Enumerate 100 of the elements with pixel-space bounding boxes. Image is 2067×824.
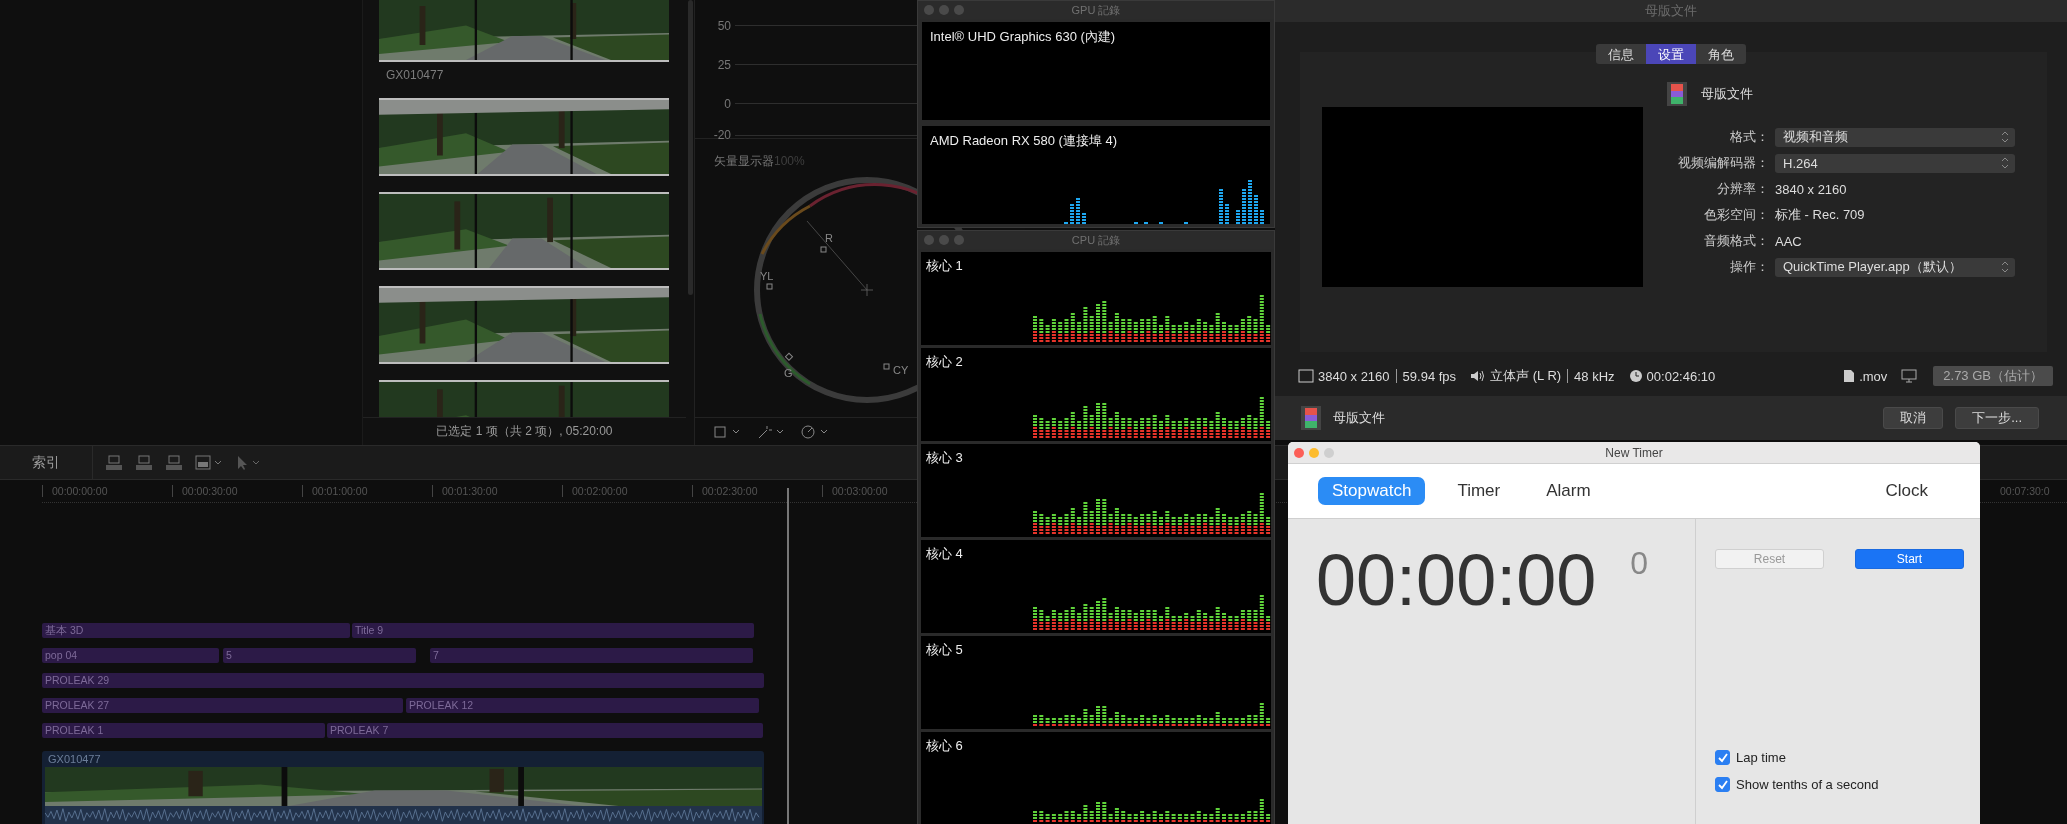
monitor-icon [1901, 369, 1918, 383]
output-name: 母版文件 [1701, 85, 1753, 103]
window-title: GPU 記錄 [1071, 2, 1121, 18]
window-title: New Timer [1605, 445, 1663, 460]
checkbox-label[interactable]: Lap time [1736, 750, 1786, 765]
axis-tick-label: -20 [712, 128, 732, 142]
clip-edit-icon[interactable] [135, 454, 153, 471]
core-label: 核心 6 [926, 737, 963, 755]
film-icon [1301, 406, 1321, 430]
title-clip[interactable]: PROLEAK 1 [42, 723, 325, 738]
ruler-time-label: 00:01:00:00 [302, 485, 432, 497]
sample-rate-text: 48 kHz [1574, 368, 1615, 384]
speaker-icon [1470, 369, 1487, 383]
updown-arrow-icon [2001, 157, 2009, 169]
zoom-button[interactable] [954, 235, 964, 245]
file-size-field: 2.73 GB（估计） [1933, 366, 2053, 386]
minimize-button[interactable] [1309, 447, 1319, 458]
close-button[interactable] [1294, 447, 1304, 458]
field-value: AAC [1775, 233, 1802, 249]
frame-rate-text: 59.94 fps [1402, 368, 1457, 384]
field-label: 分辨率： [1716, 180, 1770, 198]
film-icon [1667, 82, 1687, 106]
core-label: 核心 1 [926, 257, 963, 275]
ruler-time-label: 00:00:30:00 [172, 485, 302, 497]
checkbox[interactable] [1715, 777, 1730, 792]
core-label: 核心 3 [926, 449, 963, 467]
clip-edit-icon[interactable] [165, 454, 183, 471]
file-extension: .mov [1859, 368, 1888, 384]
clip-label: GX010477 [47, 753, 102, 767]
popup-menu[interactable]: QuickTime Player.app（默认） [1775, 257, 2015, 277]
checkbox-label[interactable]: Show tenths of a second [1736, 777, 1879, 792]
field-label: 视频编解码器： [1677, 154, 1770, 172]
tenths-digit: 0 [1630, 545, 1649, 582]
field-label: 格式： [1729, 128, 1770, 146]
close-button[interactable] [924, 235, 934, 245]
tab[interactable]: 设置 [1646, 44, 1696, 64]
ruler-time-label: 00:01:30:00 [432, 485, 562, 497]
tab[interactable]: Timer [1443, 477, 1515, 505]
field-label: 音频格式： [1703, 232, 1770, 250]
updown-arrow-icon [2001, 261, 2009, 273]
updown-arrow-icon [2001, 131, 2009, 143]
duration-text: 00:02:46:10 [1646, 368, 1716, 384]
ruler-time-label: 00:02:00:00 [562, 485, 692, 497]
gpu-name: AMD Radeon RX 580 (連接埠 4) [930, 132, 1118, 150]
zoom-button[interactable] [1324, 447, 1334, 458]
axis-tick-label: 25 [716, 57, 732, 72]
field-label: 色彩空间： [1703, 206, 1770, 224]
close-button[interactable] [924, 5, 934, 15]
tab[interactable]: Clock [1871, 477, 1942, 505]
field-value: 标准 - Rec. 709 [1775, 206, 1865, 224]
checkbox[interactable] [1715, 750, 1730, 765]
output-name: 母版文件 [1333, 409, 1385, 427]
timer-button[interactable]: Start [1855, 549, 1964, 569]
title-clip[interactable]: 7 [430, 648, 753, 663]
scope-target-label: R [825, 232, 833, 244]
core-label: 核心 5 [926, 641, 963, 659]
resolution-text: 3840 x 2160 [1318, 368, 1390, 384]
zoom-button[interactable] [954, 5, 964, 15]
scrollbar[interactable] [687, 0, 693, 295]
field-value: 3840 x 2160 [1775, 181, 1847, 197]
clip-name: GX010477 [386, 68, 445, 82]
title-clip[interactable]: 基本 3D [42, 623, 350, 638]
title-clip[interactable]: PROLEAK 7 [327, 723, 763, 738]
scope-target-label: YL [760, 270, 774, 282]
title-clip[interactable]: pop 04 [42, 648, 219, 663]
clip-edit-icon[interactable] [105, 454, 123, 471]
popup-menu[interactable]: 视频和音频 [1775, 127, 2015, 147]
core-label: 核心 2 [926, 353, 963, 371]
title-clip[interactable]: PROLEAK 12 [406, 698, 759, 713]
video-clip[interactable]: GX010477 [42, 751, 764, 824]
tab[interactable]: 角色 [1696, 44, 1746, 64]
clip-edit-icon[interactable] [195, 454, 223, 471]
title-clip[interactable]: Title 9 [352, 623, 754, 638]
popup-menu[interactable]: H.264 [1775, 153, 2015, 173]
clock-icon [1628, 369, 1643, 383]
axis-tick-label: 0 [723, 96, 732, 111]
gpu-name: Intel® UHD Graphics 630 (內建) [930, 28, 1116, 46]
index-tab[interactable]: 索引 [0, 446, 93, 479]
tab[interactable]: 信息 [1596, 44, 1646, 64]
scope-title: 矢量显示器 [714, 154, 774, 168]
scope-target-label: G [784, 367, 793, 379]
ruler-time-label: 00:00:00:00 [42, 485, 172, 497]
ruler-time-label: 00:07:30:0 [2000, 485, 2050, 497]
dialog-button[interactable]: 下一步... [1955, 407, 2039, 429]
dialog-title: 母版文件 [1275, 0, 2067, 22]
frame-size-icon [1298, 369, 1314, 383]
title-clip[interactable]: 5 [223, 648, 416, 663]
axis-tick-label: 50 [716, 18, 732, 33]
stopwatch-time: 00:00:00 [1316, 539, 1597, 621]
minimize-button[interactable] [939, 235, 949, 245]
title-clip[interactable]: PROLEAK 29 [42, 673, 764, 688]
window-title: CPU 記錄 [1071, 232, 1121, 248]
audio-text: 立体声 (L R) [1490, 367, 1562, 385]
scope-target-label: CY [893, 364, 909, 376]
field-label: 操作： [1729, 258, 1770, 276]
tab[interactable]: Stopwatch [1318, 477, 1426, 505]
title-clip[interactable]: PROLEAK 27 [42, 698, 403, 713]
dialog-button[interactable]: 取消 [1883, 407, 1944, 429]
tab[interactable]: Alarm [1532, 477, 1605, 505]
minimize-button[interactable] [939, 5, 949, 15]
